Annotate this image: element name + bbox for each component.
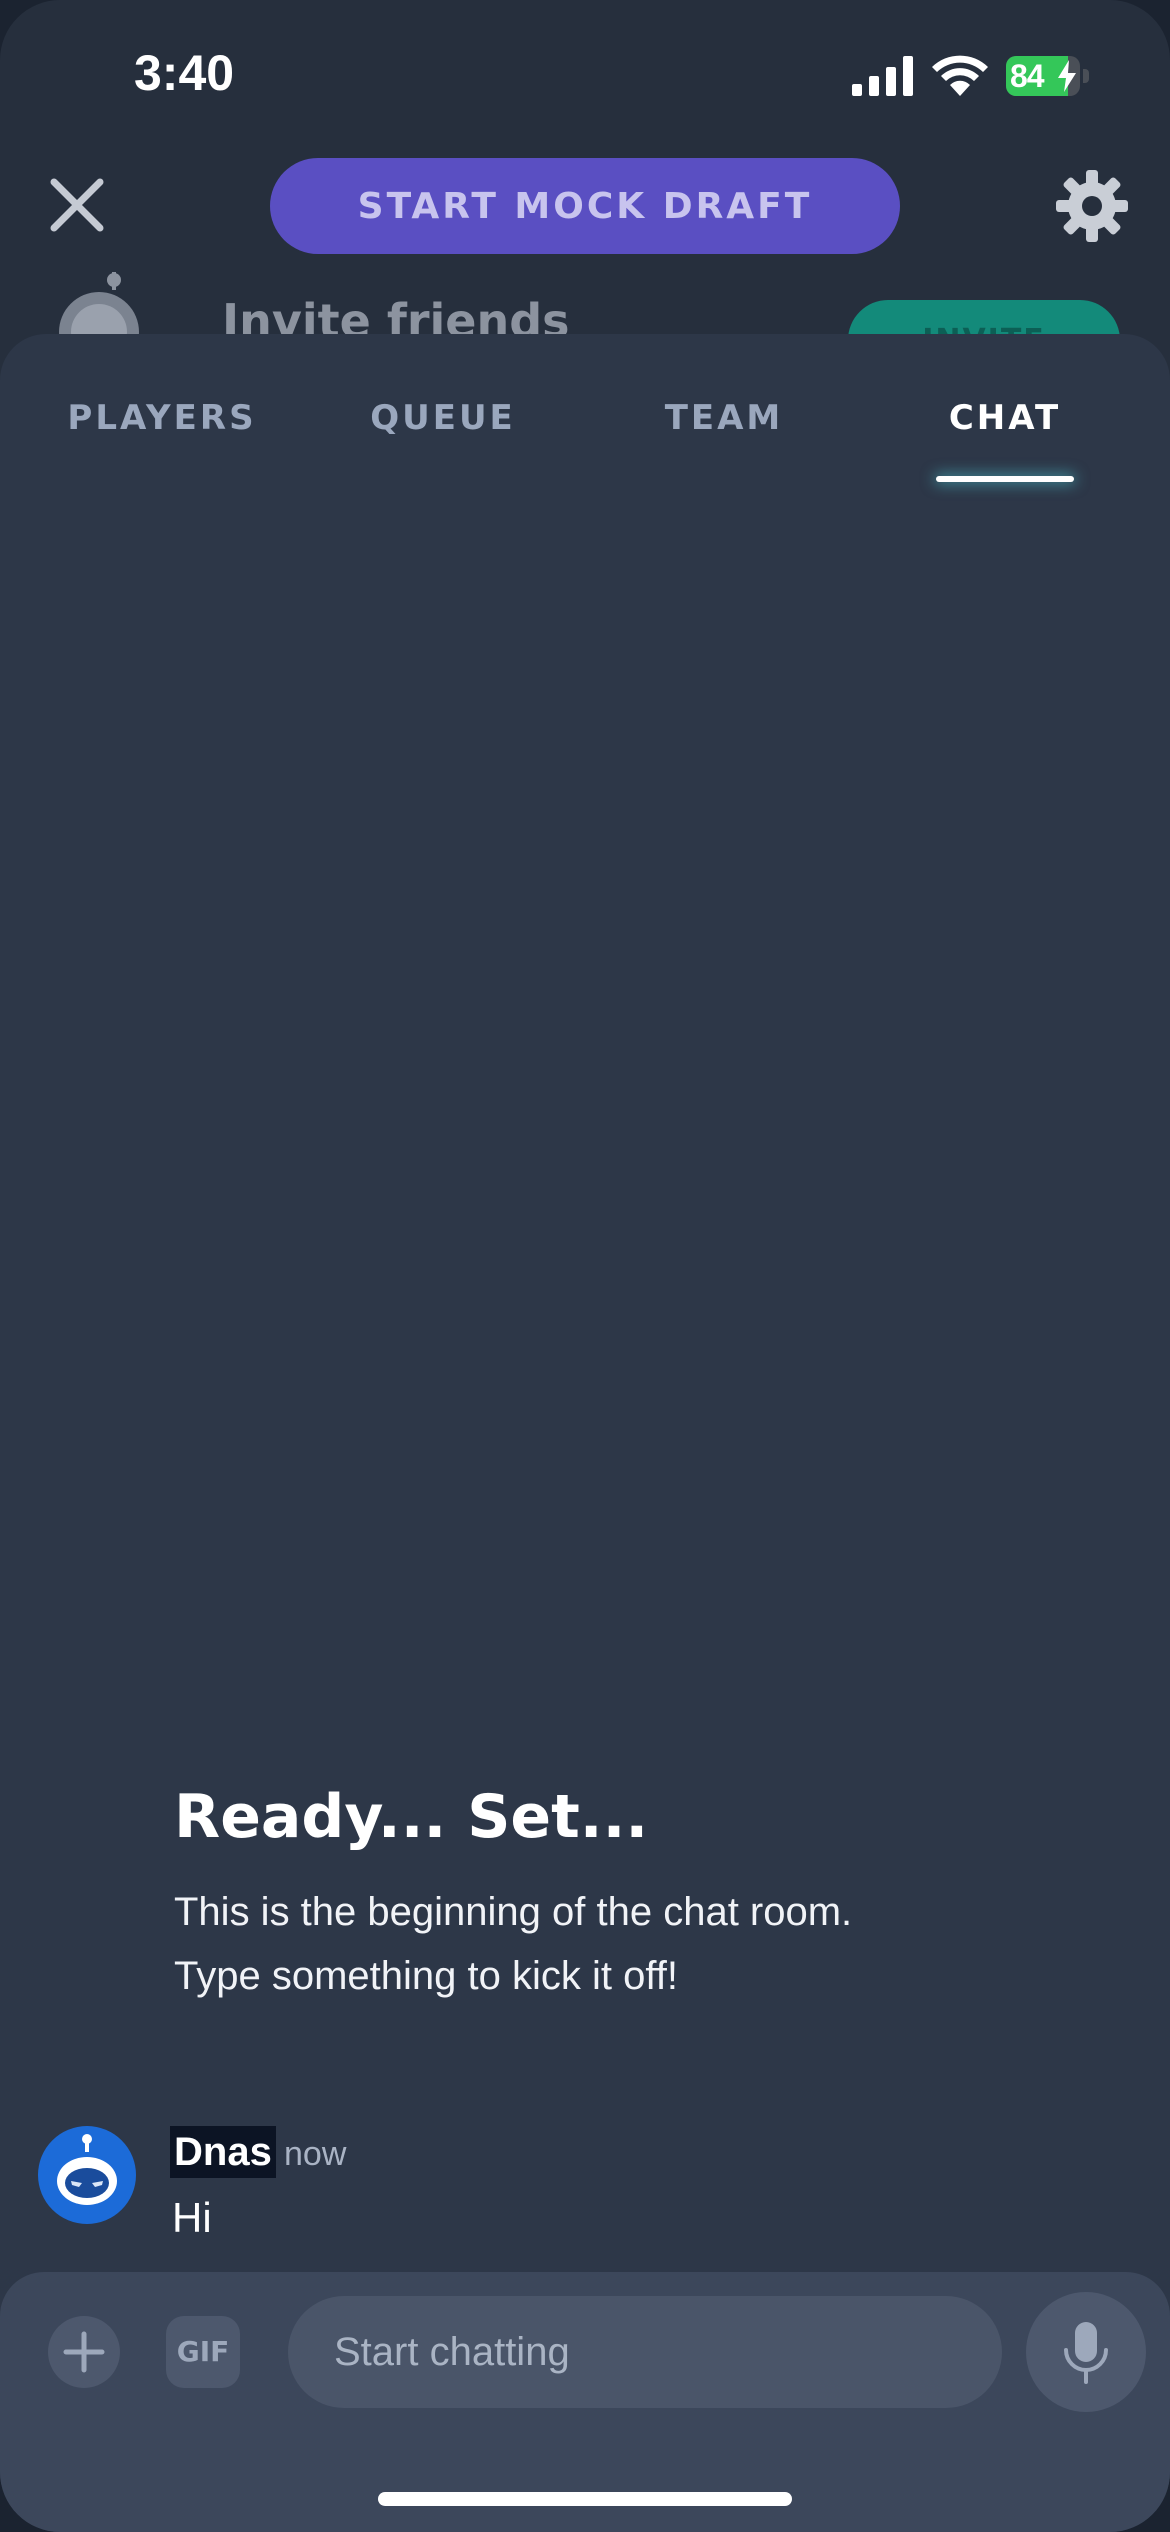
battery-body: 84 — [1006, 56, 1080, 96]
tab-queue[interactable]: QUEUE — [303, 398, 583, 438]
add-attachment-button[interactable] — [48, 2316, 120, 2388]
chat-empty-text: This is the beginning of the chat room. … — [174, 1880, 1074, 2008]
gear-icon — [1056, 170, 1128, 242]
invite-row: Invite friends INVITE — [0, 260, 1170, 340]
active-tab-indicator — [936, 476, 1074, 482]
signal-icon — [852, 56, 913, 96]
chat-empty-heading: Ready... Set... — [174, 1782, 649, 1852]
status-time: 3:40 — [134, 45, 235, 101]
start-mock-draft-button[interactable]: START MOCK DRAFT — [270, 158, 900, 254]
tab-players[interactable]: PLAYERS — [22, 398, 302, 438]
draft-sheet: PLAYERS QUEUE TEAM CHAT Ready... Set... … — [0, 334, 1170, 2532]
microphone-button[interactable] — [1026, 2292, 1146, 2412]
settings-button[interactable] — [1054, 168, 1130, 244]
message-text: Hi — [172, 2194, 212, 2241]
gif-button[interactable]: GIF — [166, 2316, 240, 2388]
close-button[interactable] — [44, 172, 110, 238]
plus-icon — [63, 2331, 105, 2373]
charging-bolt-icon — [1058, 60, 1076, 92]
microphone-icon — [1064, 2322, 1108, 2384]
message-timestamp: now — [284, 2135, 347, 2173]
chat-input[interactable] — [288, 2296, 1002, 2408]
chat-message: Dnas now Hi — [0, 2114, 1170, 2254]
message-author[interactable]: Dnas — [170, 2126, 276, 2178]
status-bar: 3:40 84 — [0, 0, 1170, 150]
chat-empty-text-line: Type something to kick it off! — [174, 1954, 678, 1998]
battery-percent: 84 — [1010, 58, 1045, 94]
chat-empty-text-line: This is the beginning of the chat room. — [174, 1890, 853, 1934]
tab-team[interactable]: TEAM — [584, 398, 864, 438]
battery-icon: 84 — [1006, 56, 1090, 96]
wifi-icon — [932, 55, 988, 96]
battery-tip — [1083, 69, 1089, 83]
robot-avatar-icon — [59, 272, 139, 340]
tab-chat[interactable]: CHAT — [865, 398, 1145, 438]
home-indicator[interactable] — [378, 2492, 792, 2506]
app-screen: 3:40 84 START MOCK DRAFT Invite friends … — [0, 0, 1170, 2532]
robot-avatar-icon[interactable] — [38, 2126, 136, 2224]
close-icon — [50, 178, 104, 232]
tab-bar: PLAYERS QUEUE TEAM CHAT — [0, 334, 1170, 484]
